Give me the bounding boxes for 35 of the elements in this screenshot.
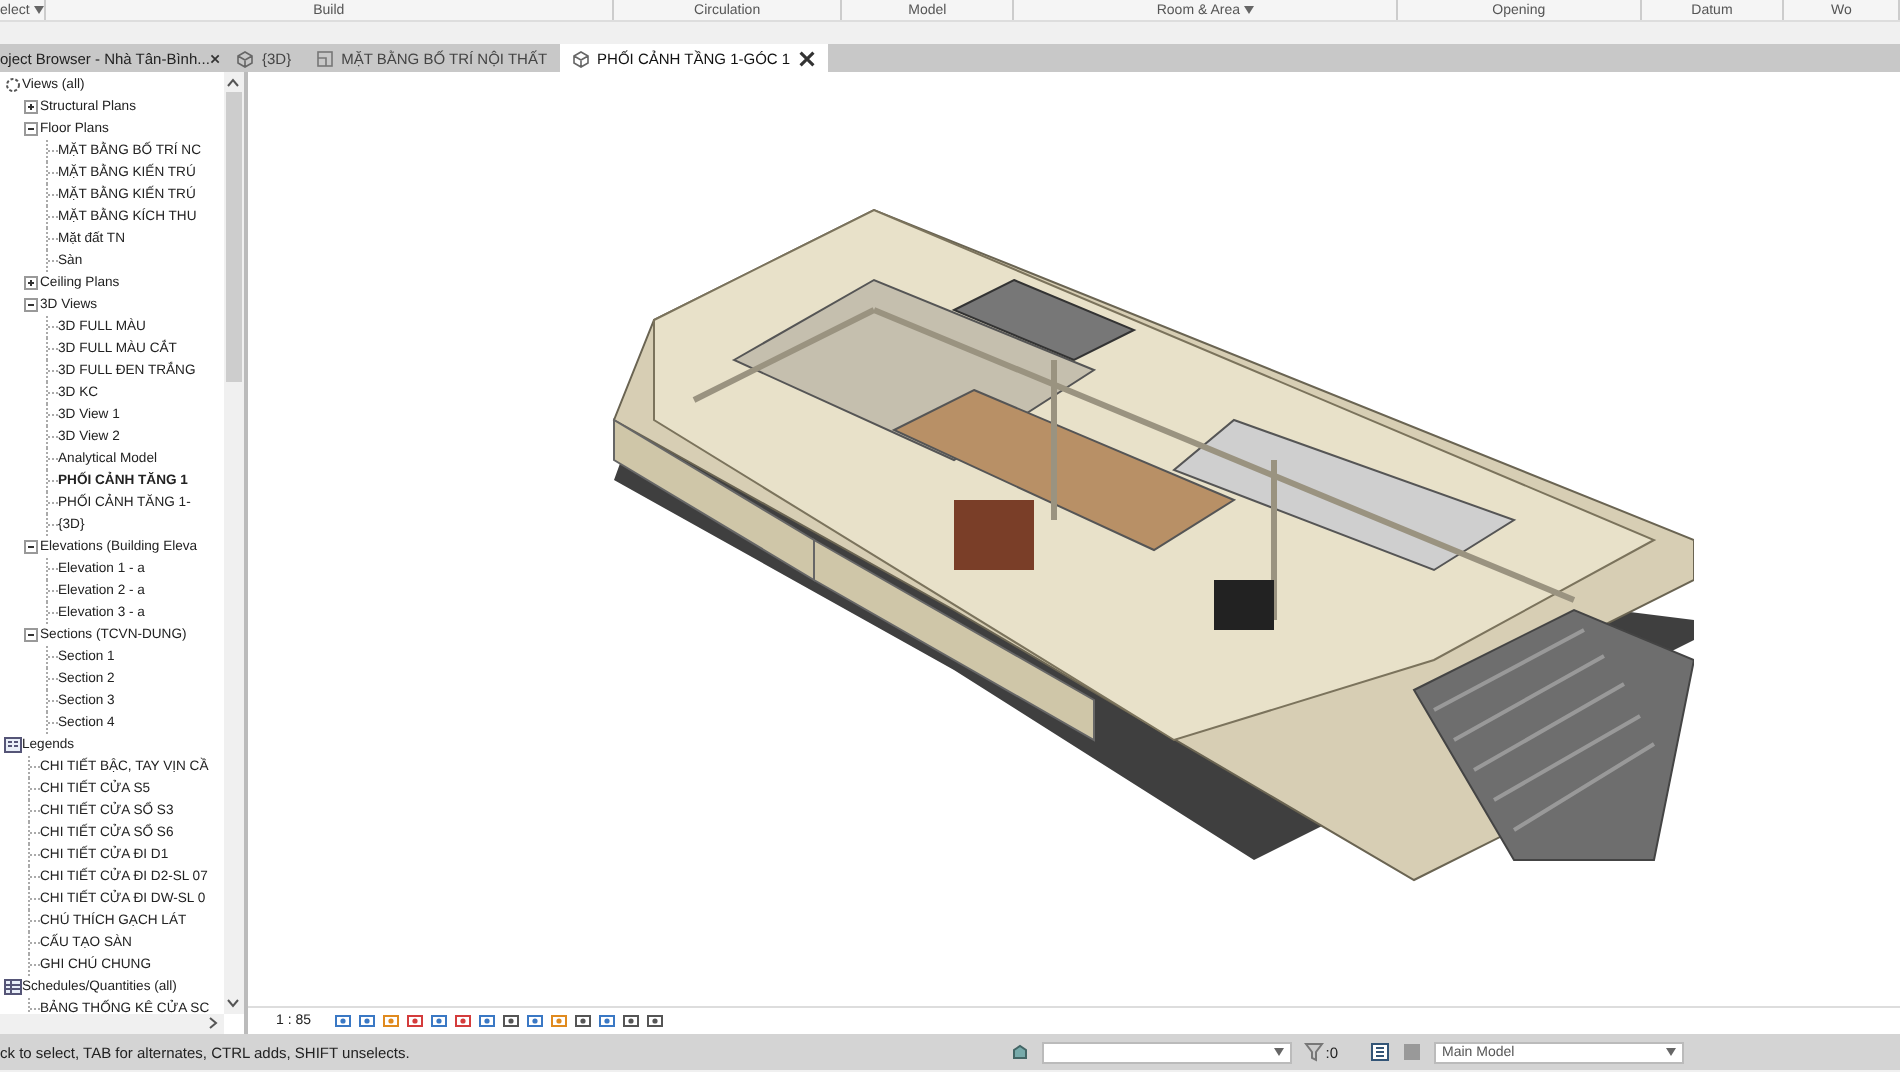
collapse-icon[interactable]	[22, 626, 40, 644]
view-control-icon[interactable]	[429, 1012, 448, 1030]
caret-icon	[33, 6, 44, 14]
view-control-icon[interactable]	[477, 1012, 496, 1030]
collapse-icon[interactable]	[22, 296, 40, 314]
view-control-icon[interactable]	[357, 1012, 376, 1030]
cube-icon	[236, 49, 254, 67]
view-control-icon[interactable]	[621, 1012, 640, 1030]
floor-plan-icon	[315, 49, 334, 67]
view-control-icon[interactable]	[573, 1012, 592, 1030]
cube-icon	[571, 49, 590, 67]
caret-icon	[1273, 1048, 1284, 1056]
scroll-right-icon[interactable]	[206, 1016, 220, 1030]
filter-icon[interactable]	[1303, 1042, 1324, 1062]
expand-icon[interactable]	[22, 98, 40, 116]
collapse-icon[interactable]	[22, 120, 40, 138]
view-control-icon[interactable]	[333, 1012, 352, 1030]
view-control-icon[interactable]	[405, 1012, 424, 1030]
expand-icon[interactable]	[22, 274, 40, 292]
caret-icon	[1666, 1048, 1676, 1056]
properties-icon[interactable]	[1370, 1042, 1390, 1062]
close-icon[interactable]	[798, 49, 817, 67]
view-control-icon[interactable]	[453, 1012, 472, 1030]
collapse-icon[interactable]	[22, 538, 40, 556]
caret-icon	[1244, 6, 1254, 14]
close-icon[interactable]	[209, 51, 220, 65]
scroll-up-icon[interactable]	[226, 76, 240, 90]
view-control-icon[interactable]	[597, 1012, 616, 1030]
view-control-icon[interactable]	[645, 1012, 664, 1030]
scroll-down-icon[interactable]	[226, 996, 240, 1010]
horizontal-scrollbar[interactable]	[0, 1014, 224, 1034]
view-control-icon[interactable]	[501, 1012, 520, 1030]
scrollbar-thumb[interactable]	[226, 92, 242, 382]
vertical-scrollbar[interactable]	[224, 72, 244, 1014]
view-control-icon[interactable]	[525, 1012, 544, 1030]
